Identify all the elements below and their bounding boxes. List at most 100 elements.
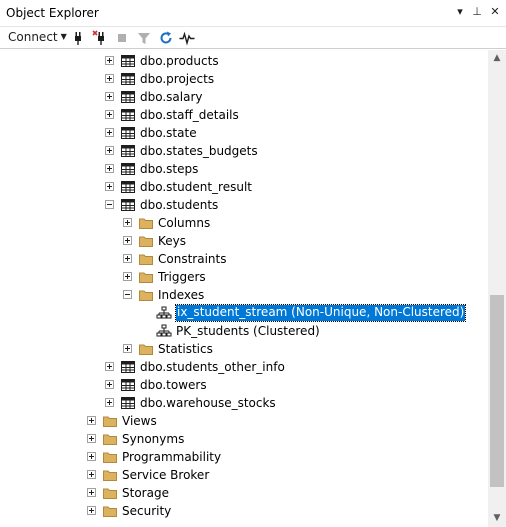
activity-monitor-icon[interactable]: [179, 30, 195, 46]
tree-node-programmability[interactable]: Programmability: [0, 448, 488, 466]
stop-icon[interactable]: [114, 30, 130, 46]
expand-icon[interactable]: [105, 398, 114, 407]
expand-icon[interactable]: [87, 434, 96, 443]
expand-icon[interactable]: [87, 488, 96, 497]
table-icon: [121, 91, 135, 103]
tree-node-label: dbo.students_other_info: [140, 360, 285, 374]
collapse-icon[interactable]: [123, 290, 132, 299]
tree-node-label: Keys: [158, 234, 187, 248]
tree-node-columns[interactable]: Columns: [0, 214, 488, 232]
vertical-scrollbar[interactable]: ▲ ▼: [488, 50, 506, 527]
expand-icon[interactable]: [105, 74, 114, 83]
scroll-down-icon[interactable]: ▼: [488, 510, 506, 527]
expand-icon[interactable]: [87, 416, 96, 425]
toolbar: Connect ▼: [0, 27, 506, 49]
tree-node-dbo-states-budgets[interactable]: dbo.states_budgets: [0, 142, 488, 160]
tree-node-label: dbo.warehouse_stocks: [140, 396, 276, 410]
folder-icon: [139, 344, 153, 355]
tree-node-label: Service Broker: [122, 468, 210, 482]
expand-icon[interactable]: [105, 110, 114, 119]
tree-node-indexes[interactable]: Indexes: [0, 286, 488, 304]
expand-icon[interactable]: [87, 506, 96, 515]
tree-node-dbo-projects[interactable]: dbo.projects: [0, 70, 488, 88]
tree-node-keys[interactable]: Keys: [0, 232, 488, 250]
title-bar: Object Explorer ▾ ⊥ ✕: [0, 0, 506, 27]
tree-node-label: dbo.products: [140, 54, 219, 68]
tree-node-label: Triggers: [158, 270, 206, 284]
expand-icon[interactable]: [105, 56, 114, 65]
collapse-icon[interactable]: [105, 200, 114, 209]
connect-button[interactable]: Connect ▼: [8, 30, 67, 44]
pin-icon[interactable]: ⊥: [470, 5, 484, 21]
tree-node-security[interactable]: Security: [0, 502, 488, 520]
expand-icon[interactable]: [105, 362, 114, 371]
expand-icon[interactable]: [105, 92, 114, 101]
tree-node-dbo-salary[interactable]: dbo.salary: [0, 88, 488, 106]
folder-icon: [103, 506, 117, 517]
tree-node-label: dbo.projects: [140, 72, 215, 86]
tree-node-service-broker[interactable]: Service Broker: [0, 466, 488, 484]
tree-node-label: Indexes: [158, 288, 205, 302]
expand-icon[interactable]: [105, 380, 114, 389]
tree-node-label: PK_students (Clustered): [176, 324, 320, 338]
folder-icon: [139, 272, 153, 283]
index-icon: [156, 306, 172, 319]
disconnect-plug-icon[interactable]: [92, 30, 108, 46]
tree-node-statistics[interactable]: Statistics: [0, 340, 488, 358]
tree-node-label: dbo.state: [140, 126, 197, 140]
connect-plug-icon[interactable]: [70, 30, 86, 46]
scroll-up-icon[interactable]: ▲: [488, 50, 506, 67]
expand-icon[interactable]: [105, 128, 114, 137]
folder-icon: [103, 452, 117, 463]
expand-icon[interactable]: [123, 272, 132, 281]
table-icon: [121, 145, 135, 157]
expand-icon[interactable]: [123, 218, 132, 227]
refresh-icon[interactable]: [158, 30, 174, 46]
scrollbar-thumb[interactable]: [490, 295, 504, 487]
expand-icon[interactable]: [105, 146, 114, 155]
tree-node-dbo-products[interactable]: dbo.products: [0, 52, 488, 70]
tree-node-dbo-warehouse-stocks[interactable]: dbo.warehouse_stocks: [0, 394, 488, 412]
window-menu-dropdown-icon[interactable]: ▾: [453, 5, 467, 21]
tree-node-constraints[interactable]: Constraints: [0, 250, 488, 268]
expand-icon[interactable]: [105, 164, 114, 173]
tree-node-dbo-staff-details[interactable]: dbo.staff_details: [0, 106, 488, 124]
tree-node-label: Synonyms: [122, 432, 185, 446]
expand-icon[interactable]: [87, 452, 96, 461]
tree-node-dbo-towers[interactable]: dbo.towers: [0, 376, 488, 394]
tree-node-label: dbo.students: [140, 198, 219, 212]
table-icon: [121, 181, 135, 193]
tree-node-label: dbo.states_budgets: [140, 144, 258, 158]
tree-node-dbo-state[interactable]: dbo.state: [0, 124, 488, 142]
tree-node-views[interactable]: Views: [0, 412, 488, 430]
expand-icon[interactable]: [123, 236, 132, 245]
expand-icon[interactable]: [123, 254, 132, 263]
table-icon: [121, 55, 135, 67]
tree-node-label: Programmability: [122, 450, 222, 464]
tree-node-label: Storage: [122, 486, 169, 500]
tree-node-label: Security: [122, 504, 172, 518]
tree-node-label: Statistics: [158, 342, 213, 356]
close-icon[interactable]: ✕: [488, 5, 502, 21]
tree-node-dbo-student-result[interactable]: dbo.student_result: [0, 178, 488, 196]
filter-icon[interactable]: [136, 30, 152, 46]
tree-node-label: dbo.student_result: [140, 180, 253, 194]
tree-node-ix-student-stream-non-unique-non-clustered[interactable]: ix_student_stream (Non-Unique, Non-Clust…: [0, 304, 488, 322]
folder-icon: [103, 488, 117, 499]
tree-node-label: dbo.towers: [140, 378, 207, 392]
folder-icon: [139, 254, 153, 265]
tree-node-triggers[interactable]: Triggers: [0, 268, 488, 286]
connect-label: Connect: [8, 30, 58, 44]
tree-node-synonyms[interactable]: Synonyms: [0, 430, 488, 448]
expand-icon[interactable]: [123, 344, 132, 353]
tree-node-dbo-students-other-info[interactable]: dbo.students_other_info: [0, 358, 488, 376]
tree-node-dbo-steps[interactable]: dbo.steps: [0, 160, 488, 178]
expand-icon[interactable]: [105, 182, 114, 191]
tree-node-pk-students-clustered[interactable]: PK_students (Clustered): [0, 322, 488, 340]
table-icon: [121, 109, 135, 121]
tree-node-dbo-students[interactable]: dbo.students: [0, 196, 488, 214]
tree-node-storage[interactable]: Storage: [0, 484, 488, 502]
expand-icon[interactable]: [87, 470, 96, 479]
table-icon: [121, 361, 135, 373]
table-icon: [121, 163, 135, 175]
